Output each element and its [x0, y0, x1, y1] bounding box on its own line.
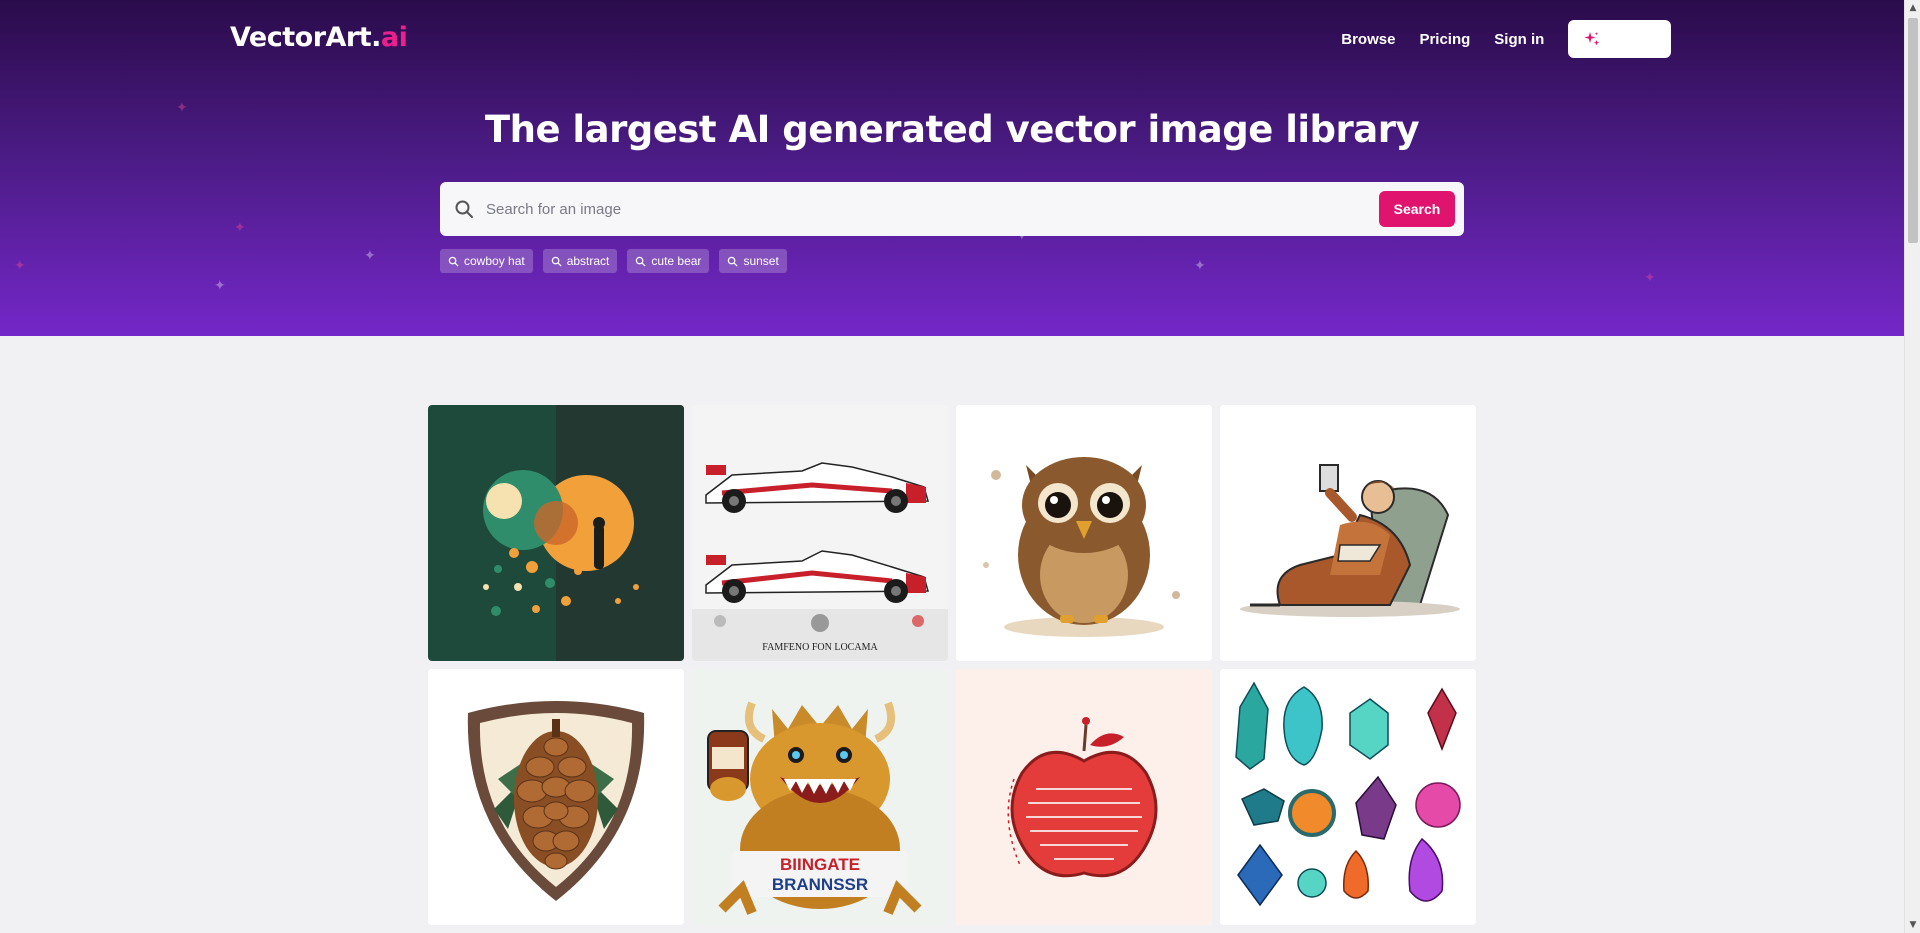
gallery-card[interactable]: [1220, 669, 1476, 925]
race-cars-image: FAMFENO FON LOCAMA: [692, 405, 948, 661]
gallery-card[interactable]: [428, 669, 684, 925]
tag-abstract[interactable]: abstract: [542, 249, 618, 273]
search-input[interactable]: [486, 200, 1379, 218]
search-icon: [728, 256, 738, 267]
hero-section: ✦ ✦ ✦ ✦ ✦ ✦ ✦ ✦ VectorArt.ai Browse Pric…: [0, 0, 1904, 336]
red-apple-image: [956, 669, 1212, 925]
gemstones-image: [1220, 669, 1476, 925]
search-icon: [636, 256, 646, 267]
gallery-card[interactable]: FAMFENO FON LOCAMA: [692, 405, 948, 661]
page: ✦ ✦ ✦ ✦ ✦ ✦ ✦ ✦ VectorArt.ai Browse Pric…: [0, 0, 1904, 933]
scroll-down-icon[interactable]: ▼: [1905, 917, 1920, 933]
create-button[interactable]: Create: [1568, 20, 1671, 58]
tag-label: cowboy hat: [464, 254, 525, 268]
top-nav: Browse Pricing Sign in Create: [1341, 20, 1671, 58]
logo-accent-text: ai: [380, 22, 408, 53]
tag-cowboy-hat[interactable]: cowboy hat: [440, 249, 533, 273]
page-scrollbar[interactable]: ▲ ▼: [1904, 0, 1920, 933]
search-icon: [448, 256, 459, 267]
gallery-card[interactable]: [956, 405, 1212, 661]
sparkle-icon: ✦: [364, 247, 376, 263]
sparkle-icon: ✦: [214, 277, 226, 293]
suggested-tags: cowboy hat abstract cute bear sunset: [440, 249, 787, 273]
card-caption-line2: BRANNSSR: [772, 875, 868, 894]
card-caption-line1: BIINGATE: [780, 855, 860, 874]
gallery-card[interactable]: BIINGATE BRANNSSR: [692, 669, 948, 925]
sparkle-icon: ✦: [234, 219, 246, 235]
tag-cute-bear[interactable]: cute bear: [627, 249, 710, 273]
nav-browse-link[interactable]: Browse: [1341, 31, 1395, 48]
page-title: The largest AI generated vector image li…: [484, 108, 1420, 151]
robed-man-reclining-image: [1220, 405, 1476, 661]
sparkle-icon: ✦: [1194, 257, 1206, 273]
gallery-card[interactable]: [428, 405, 684, 661]
gallery-card[interactable]: [1220, 405, 1476, 661]
search-button[interactable]: Search: [1379, 191, 1455, 227]
tag-label: cute bear: [651, 254, 702, 268]
nav-pricing-link[interactable]: Pricing: [1419, 31, 1470, 48]
scroll-thumb[interactable]: [1908, 18, 1918, 243]
sparkle-icon: ✦: [1644, 269, 1656, 285]
image-gallery: FAMFENO FON LOCAMA BIINGATE BRANNSSR: [428, 405, 1476, 925]
tag-sunset[interactable]: sunset: [719, 249, 787, 273]
sparkles-icon: [1584, 32, 1600, 46]
tag-label: abstract: [566, 254, 610, 268]
search-icon: [455, 200, 473, 218]
abstract-moon-silhouette-image: [428, 405, 684, 661]
search-bar: Search: [440, 182, 1464, 236]
create-button-label: Create: [1608, 30, 1655, 48]
logo-text: VectorArt.: [230, 22, 381, 53]
card-caption: FAMFENO FON LOCAMA: [762, 642, 878, 653]
scroll-up-icon[interactable]: ▲: [1905, 0, 1920, 16]
search-icon: [551, 256, 562, 267]
monster-mascot-image: BIINGATE BRANNSSR: [692, 669, 948, 925]
logo[interactable]: VectorArt.ai: [230, 22, 408, 53]
pinecone-shield-image: [428, 669, 684, 925]
owl-image: [956, 405, 1212, 661]
nav-sign-in-link[interactable]: Sign in: [1494, 31, 1544, 48]
tag-label: sunset: [743, 254, 779, 268]
gallery-card[interactable]: [956, 669, 1212, 925]
sparkle-icon: ✦: [14, 257, 26, 273]
